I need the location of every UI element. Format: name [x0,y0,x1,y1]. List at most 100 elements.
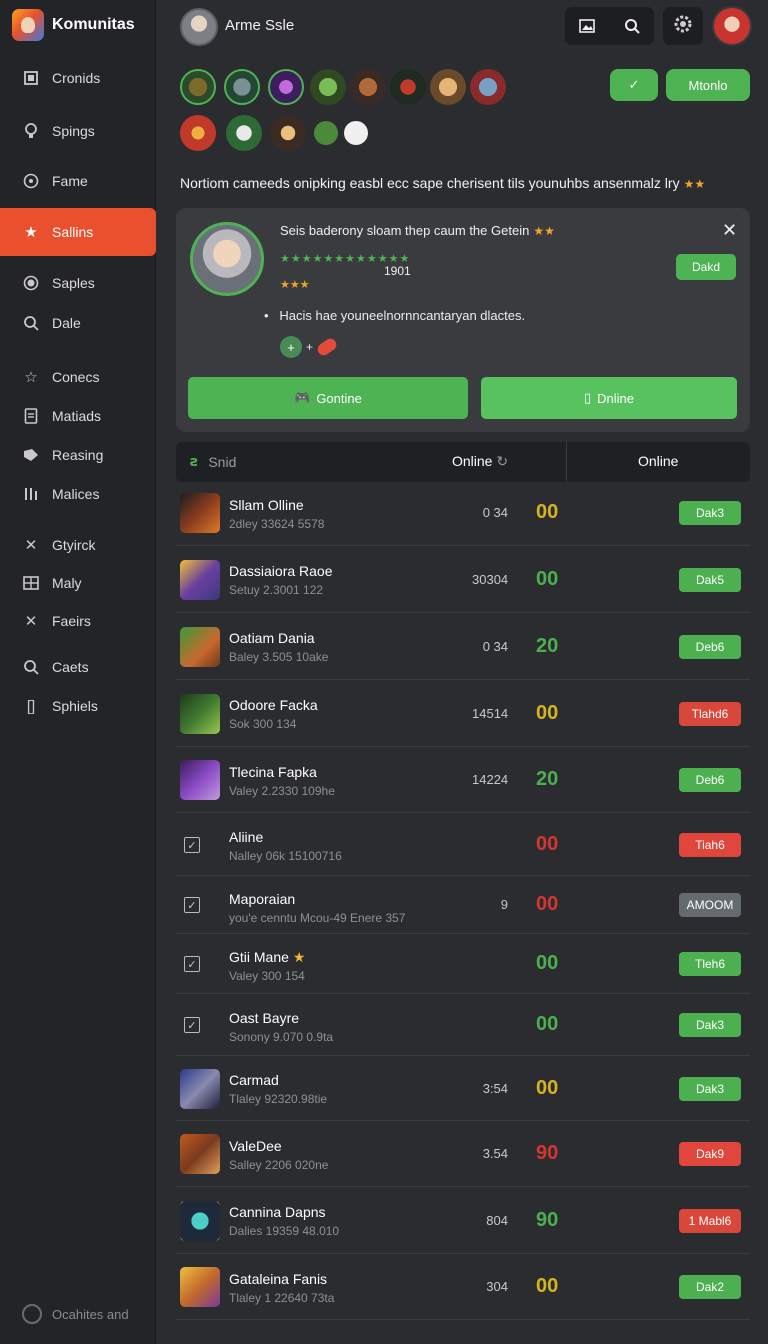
row-status-tag[interactable]: Dak3 [679,501,741,525]
table-row[interactable]: Oatiam Dania Baley 3.505 10ake 0 34 20 Deb6 [176,613,750,680]
game-icon-8[interactable] [470,69,506,105]
sidebar-item-cronids[interactable]: Cronids [0,55,156,101]
game-icon-5[interactable] [350,69,386,105]
column-label: Snid [208,453,237,470]
row-name-text: Gtii Mane [229,949,289,965]
checkbox[interactable]: ✓ [184,837,200,853]
table-row[interactable]: ✓ Oast Bayre Sonony 9.070 0.9ta 00 Dak3 [176,994,750,1056]
settings-button[interactable] [663,7,703,45]
row-status-tag[interactable]: Tiah6 [679,833,741,857]
quick-action-pill[interactable]: ✓ [610,69,658,101]
sidebar-item-malices[interactable]: Malices [0,471,156,517]
gamepad-icon: 🎮 [294,390,311,405]
swirl-icon: ꙅ [190,453,199,469]
game-icon-1[interactable] [180,69,216,105]
sidebar-item-label: Spings [52,123,95,139]
table-row[interactable]: ✓ Gtii Mane ★ Valey 300 154 00 Tleh6 [176,934,750,994]
row-status-tag[interactable]: Tlahd6 [679,702,741,726]
mtonlo-button[interactable]: Mtonlo [666,69,750,101]
row-count: 14224 [472,772,509,787]
sidebar-item-sphiels[interactable]: [] Sphiels [0,683,156,729]
sidebar-item-label: Saples [52,275,95,291]
row-status-tag[interactable]: Dak5 [679,568,741,592]
column-header-online-2[interactable]: Online [638,453,678,469]
game-icon-10[interactable] [226,115,262,151]
profile-avatar[interactable] [712,6,752,46]
row-score: 00 [536,952,559,974]
brand[interactable]: Komunitas [12,8,135,42]
game-icon-3[interactable] [268,69,304,105]
checkbox[interactable]: ✓ [184,1017,200,1033]
sidebar-item-label: Fame [52,173,88,189]
table-row[interactable]: Carmad Tlaley 92320.98tie 3:54 00 Dak3 [176,1056,750,1121]
row-status-tag[interactable]: Dak2 [679,1275,741,1299]
close-icon[interactable]: ✕ [722,220,737,241]
game-icon-11[interactable] [270,115,306,151]
continue-button[interactable]: 🎮 Gontine [188,377,468,419]
plus-icon[interactable]: + [280,336,302,358]
row-score: 00 [536,1275,559,1297]
row-name: Odoore Facka [229,697,318,713]
sidebar-item-sallins[interactable]: ★ Sallins [0,208,156,256]
column-header-online[interactable]: Online ↻ [452,453,508,470]
account-icon [22,1304,42,1324]
game-icon-12[interactable] [314,121,338,145]
document-icon [22,407,40,425]
game-icon-2[interactable] [224,69,260,105]
table-row[interactable]: Sllam Olline 2dley 33624 5578 0 34 00 Dak3 [176,480,750,546]
checkbox[interactable]: ✓ [184,956,200,972]
sidebar-item-faeirs[interactable]: ✕ Faeirs [0,598,156,644]
row-status-tag[interactable]: Dak9 [679,1142,741,1166]
row-score: 00 [536,833,559,855]
avatar[interactable] [180,8,218,46]
row-status-tag[interactable]: Deb6 [679,635,741,659]
row-status-tag[interactable]: Dak3 [679,1013,741,1037]
game-icon-4[interactable] [310,69,346,105]
row-name: Tlecina Fapka [229,764,317,780]
phone-icon: ▯ [583,390,592,405]
card-badge[interactable]: Dakd [676,254,736,280]
bars-icon [22,485,40,503]
column-header-snid[interactable]: ꙅ Snid [190,453,236,470]
table-row[interactable]: ValeDee Salley 2206 020ne 3.54 90 Dak9 [176,1121,750,1187]
row-status-tag[interactable]: Dak3 [679,1077,741,1101]
table-row[interactable]: Odoore Facka Sok 300 134 14514 00 Tlahd6 [176,680,750,747]
sidebar-footer[interactable]: Ocahites and [22,1304,129,1324]
game-icon-13[interactable] [344,121,368,145]
sidebar-item-label: Sallins [52,224,94,240]
game-icon-7[interactable] [430,69,466,105]
row-score: 20 [536,635,559,657]
table-row[interactable]: Gataleina Fanis Tlaley 1 22640 73ta 304 00 D… [176,1254,750,1320]
star-icon: ★★ [533,224,555,238]
online-button[interactable]: ▯ Dnline [481,377,737,419]
checkbox[interactable]: ✓ [184,897,200,913]
row-subtitle: Baley 3.505 10ake [229,650,329,664]
row-count: 0 34 [482,639,508,654]
star-icon: ★ [292,949,306,965]
search-icon[interactable] [616,10,648,42]
row-status-tag[interactable]: AMOOM [679,893,741,917]
sidebar-item-spings[interactable]: Spings [0,108,156,154]
row-status-tag[interactable]: Tleh6 [679,952,741,976]
sidebar-item-dale[interactable]: Dale [0,300,156,346]
bracket-icon: [] [26,697,36,715]
table-row[interactable]: ✓ Maporaian you'e cenntu Mcou-49 Enere 357… [176,876,750,934]
table-row[interactable]: Cannina Dapns Dalies 19359 48.010 804 90 1 M… [176,1187,750,1254]
row-subtitle: Sok 300 134 [229,717,297,731]
row-status-tag[interactable]: Deb6 [679,768,741,792]
mtonlo-label: Mtonlo [688,77,728,93]
image-icon[interactable] [571,10,603,42]
table-row[interactable]: Tlecina Fapka Valey 2.2330 109he 14224 20 De… [176,747,750,813]
game-icon-9[interactable] [180,115,216,151]
circle-icon [22,172,40,190]
sidebar-item-label: Maly [52,575,82,591]
table-header: ꙅ Snid Online ↻ Online [176,442,750,482]
game-icon-6[interactable] [390,69,426,105]
sidebar-footer-label: Ocahites and [52,1306,129,1322]
table-row[interactable]: ✓ Aliine Nalley 06k 15100716 00 Tiah6 [176,813,750,876]
game-thumbnail [180,1267,220,1307]
row-score: 00 [536,893,559,915]
sidebar-item-fame[interactable]: Fame [0,158,156,204]
table-row[interactable]: Dassiaiora Raoe Setuy 2.3001 122 30304 00 Da… [176,546,750,613]
row-status-tag[interactable]: 1 Mabl6 [679,1209,741,1233]
